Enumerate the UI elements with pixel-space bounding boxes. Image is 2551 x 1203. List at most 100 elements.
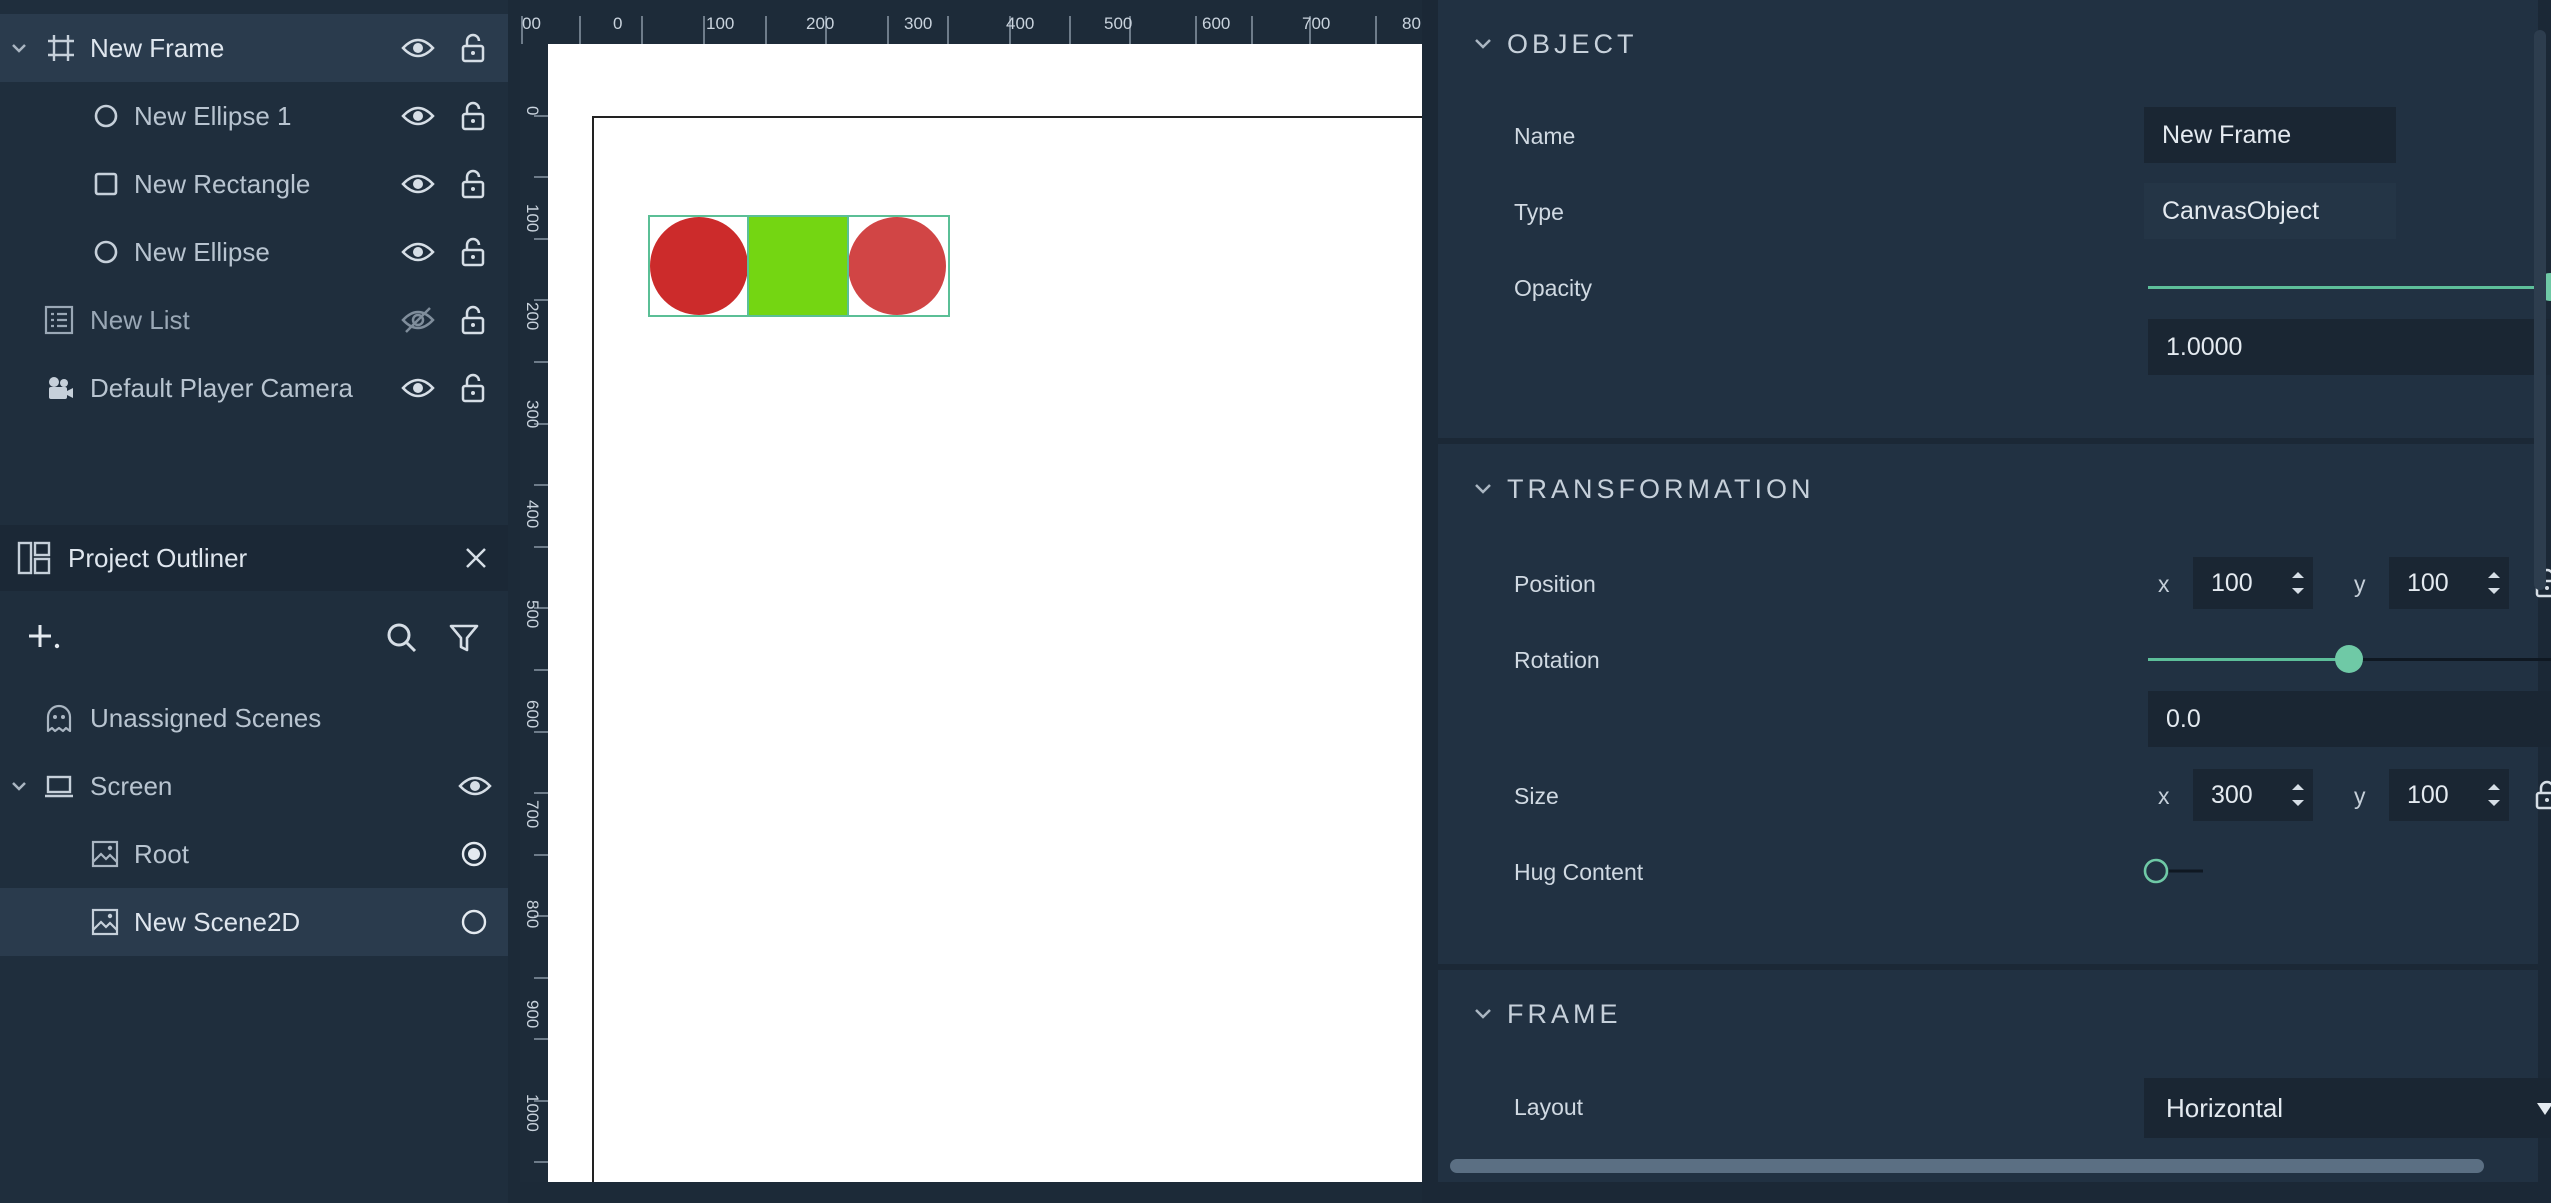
- chevron-down-icon[interactable]: [1472, 33, 1494, 55]
- rotation-slider-thumb[interactable]: [2335, 645, 2363, 673]
- eye-icon[interactable]: [401, 239, 435, 265]
- eye-icon[interactable]: [401, 103, 435, 129]
- canvas-viewport[interactable]: 00 0 100 200 300 400 500 600 700 80 0 10…: [520, 0, 1422, 1182]
- x-label: x: [2158, 571, 2170, 597]
- project-outliner-title: Project Outliner: [68, 543, 248, 573]
- radio-selected-icon[interactable]: [461, 841, 487, 867]
- unlock-icon[interactable]: [460, 237, 486, 267]
- layout-label: Layout: [1514, 1094, 1584, 1120]
- hierarchy-item-label: Default Player Camera: [90, 372, 353, 403]
- scene-hierarchy-panel: New Frame New Ellipse 1 New Rectangle Ne…: [0, 0, 508, 1203]
- outliner-item-new-scene2d[interactable]: New Scene2D: [0, 888, 508, 956]
- ruler-label: 500: [523, 600, 542, 629]
- vertical-scrollbar[interactable]: [2534, 30, 2546, 590]
- chevron-down-icon[interactable]: [8, 775, 30, 797]
- frame-icon: [48, 35, 74, 61]
- hierarchy-item-label: New Ellipse: [134, 236, 270, 267]
- radio-icon[interactable]: [461, 909, 487, 935]
- eye-slash-icon[interactable]: [401, 307, 435, 333]
- ruler-label: 700: [1302, 14, 1331, 33]
- eye-icon[interactable]: [401, 375, 435, 401]
- outliner-item-label: Screen: [90, 770, 173, 801]
- opacity-label: Opacity: [1514, 275, 1592, 301]
- hierarchy-item-new-list[interactable]: New List: [0, 286, 508, 354]
- chevron-down-icon[interactable]: [1472, 478, 1494, 500]
- ruler-label: 900: [523, 1000, 542, 1029]
- opacity-slider-fill: [2148, 286, 2550, 289]
- x-label: x: [2158, 783, 2170, 809]
- outliner-item-root[interactable]: Root: [0, 820, 508, 888]
- outliner-item-label: New Scene2D: [134, 906, 301, 937]
- outliner-toolbar: [0, 595, 508, 681]
- position-y-input[interactable]: 100: [2389, 557, 2479, 609]
- size-label: Size: [1514, 783, 1559, 809]
- chevron-down-icon[interactable]: [1472, 1003, 1494, 1025]
- y-label: y: [2354, 571, 2366, 597]
- eye-icon[interactable]: [401, 171, 435, 197]
- ellipse-icon: [94, 240, 118, 264]
- position-x-input[interactable]: 100: [2193, 557, 2283, 609]
- unlock-icon[interactable]: [460, 101, 486, 131]
- outliner-item-unassigned-scenes[interactable]: Unassigned Scenes: [0, 684, 508, 752]
- type-label: Type: [1514, 199, 1564, 225]
- ruler-label: 100: [706, 14, 735, 33]
- hug-content-toggle[interactable]: [2141, 856, 2207, 886]
- chevron-down-icon[interactable]: [8, 37, 30, 59]
- horizontal-scrollbar[interactable]: [1450, 1159, 2484, 1173]
- hierarchy-item-new-frame[interactable]: New Frame: [0, 14, 508, 82]
- layout-dropdown[interactable]: Horizontal: [2144, 1078, 2551, 1138]
- ruler-label: 80: [1402, 14, 1421, 33]
- unlock-icon[interactable]: [460, 373, 486, 403]
- unlock-icon[interactable]: [460, 169, 486, 199]
- rotation-slider-fill: [2148, 658, 2349, 661]
- eye-icon[interactable]: [458, 773, 492, 799]
- close-icon[interactable]: [464, 546, 488, 570]
- selection-divider: [847, 216, 849, 316]
- search-icon[interactable]: [386, 622, 418, 654]
- unlock-icon[interactable]: [460, 305, 486, 335]
- hierarchy-item-new-rectangle[interactable]: New Rectangle: [0, 150, 508, 218]
- hierarchy-item-label: New Frame: [90, 32, 225, 63]
- inspector-bottom-strip: [1422, 1182, 2551, 1203]
- ruler-label: 0: [613, 14, 623, 33]
- ruler-label: 00: [522, 14, 541, 33]
- outliner-item-screen[interactable]: Screen: [0, 752, 508, 820]
- rectangle-icon: [94, 172, 118, 196]
- outliner-item-label: Unassigned Scenes: [90, 702, 322, 733]
- ruler-label: 300: [904, 14, 933, 33]
- filter-icon[interactable]: [448, 622, 480, 654]
- outliner-icon: [17, 541, 51, 575]
- add-icon[interactable]: [27, 622, 61, 652]
- ruler-label: 400: [1006, 14, 1035, 33]
- size-x-input[interactable]: 300: [2193, 769, 2283, 821]
- name-input[interactable]: New Frame: [2144, 107, 2396, 163]
- transformation-section: TRANSFORMATION Position x 100 y 100 Rota…: [1438, 444, 2551, 964]
- laptop-icon: [45, 775, 73, 798]
- selection-divider: [747, 216, 749, 316]
- hierarchy-item-new-ellipse-1[interactable]: New Ellipse 1: [0, 82, 508, 150]
- inspector-panel: OBJECT Name New Frame Type CanvasObject …: [1422, 0, 2551, 1203]
- type-value: CanvasObject: [2144, 183, 2396, 239]
- hierarchy-item-default-player-camera[interactable]: Default Player Camera: [0, 354, 508, 422]
- stepper-icon[interactable]: [2479, 769, 2509, 821]
- ruler-label: 200: [806, 14, 835, 33]
- ruler-label: 800: [523, 900, 542, 929]
- section-title: TRANSFORMATION: [1507, 474, 1815, 504]
- eye-icon[interactable]: [401, 35, 435, 61]
- stepper-icon[interactable]: [2283, 557, 2313, 609]
- size-y-input[interactable]: 100: [2389, 769, 2479, 821]
- camera-icon: [49, 377, 73, 399]
- ellipse-icon: [94, 104, 118, 128]
- opacity-input[interactable]: 1.0000: [2148, 319, 2551, 375]
- canvas-paper[interactable]: [548, 44, 1422, 1182]
- stepper-icon[interactable]: [2479, 557, 2509, 609]
- unlock-icon[interactable]: [460, 33, 486, 63]
- ruler-label: 600: [1202, 14, 1231, 33]
- stepper-icon[interactable]: [2283, 769, 2313, 821]
- ruler-label: 700: [523, 800, 542, 829]
- rotation-input[interactable]: 0.0: [2148, 691, 2551, 747]
- image-icon: [91, 908, 119, 936]
- ruler-label: 500: [1104, 14, 1133, 33]
- hierarchy-item-new-ellipse[interactable]: New Ellipse: [0, 218, 508, 286]
- unlock-icon[interactable]: [2534, 780, 2551, 810]
